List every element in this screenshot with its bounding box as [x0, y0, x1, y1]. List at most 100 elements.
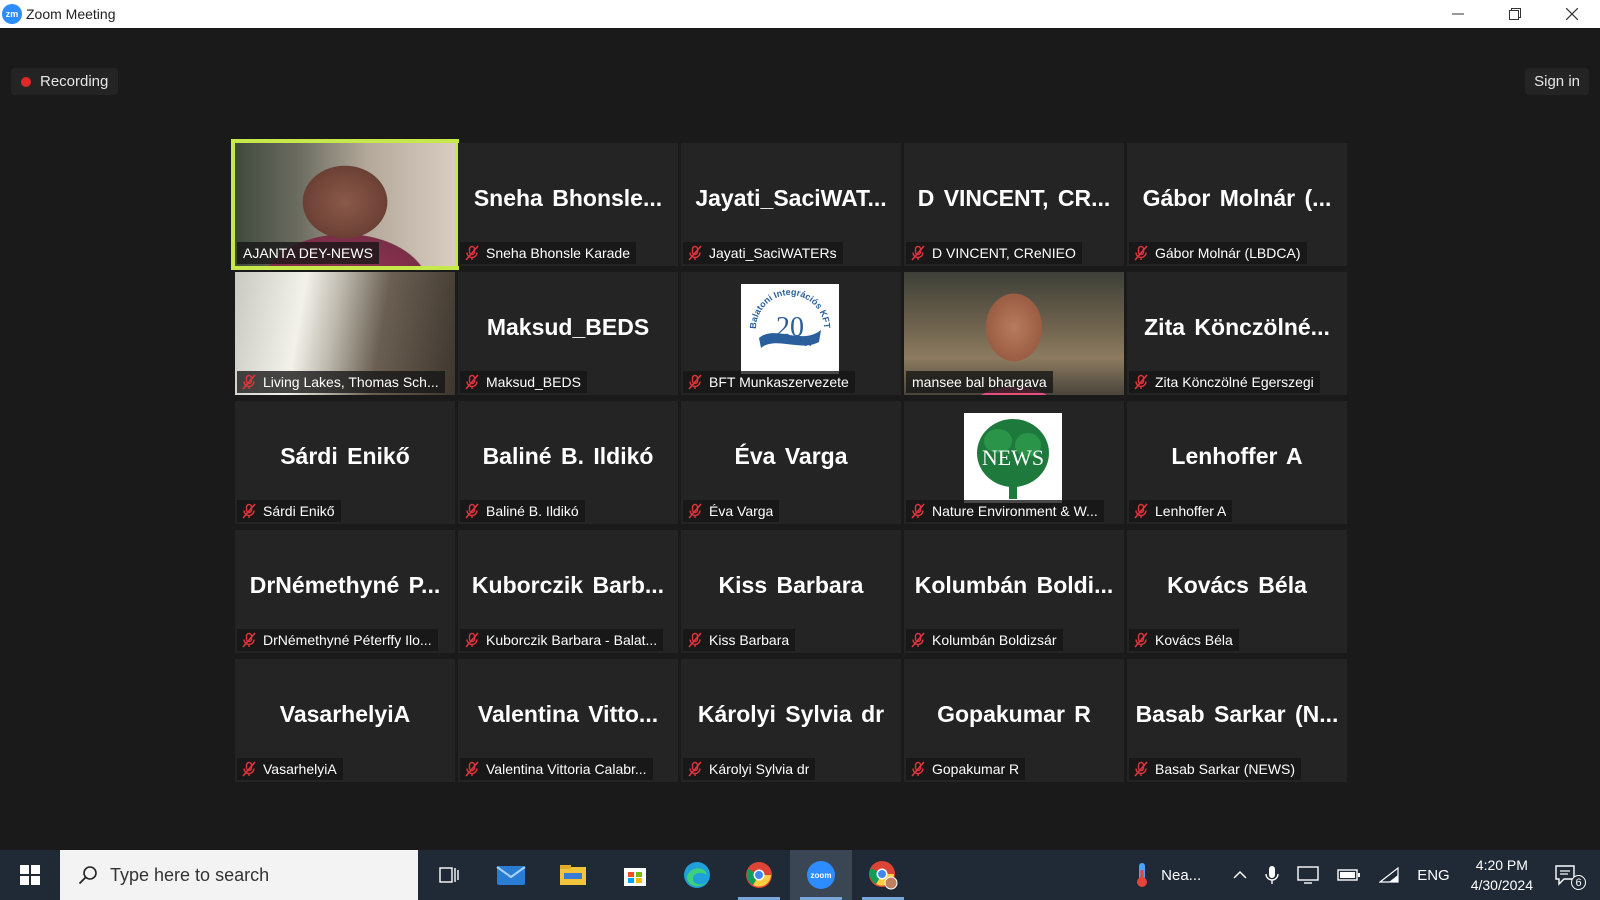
start-button[interactable] [0, 850, 60, 900]
participant-tile[interactable]: Sárdi Enikő Sárdi Enikő [235, 401, 455, 524]
participant-display-name: Maksud_BEDS [486, 314, 650, 340]
participant-display-name: Lenhoffer A [1171, 443, 1303, 469]
participant-name-tag: BFT Munkaszervezete [683, 371, 855, 393]
bft-logo-number: 20 [776, 312, 804, 343]
participant-tile[interactable]: VasarhelyiA VasarhelyiA [235, 659, 455, 782]
show-hidden-icons-button[interactable] [1224, 850, 1256, 900]
participant-tile[interactable]: AJANTA DEY-NEWS [231, 139, 459, 270]
participant-tile[interactable]: NEWS Nature Environment & W... [904, 401, 1124, 524]
weather-widget[interactable]: Nea... [1126, 850, 1210, 900]
participant-name-tag: DrNémethyné Péterffy Ilo... [237, 629, 438, 651]
recording-dot-icon [21, 76, 31, 87]
zoom-logo-icon: zm [2, 4, 22, 24]
mail-button[interactable] [480, 850, 542, 900]
network-tray-button[interactable] [1370, 850, 1408, 900]
window-title: Zoom Meeting [26, 6, 116, 22]
participant-tile[interactable]: Lenhoffer A Lenhoffer A [1127, 401, 1347, 524]
chrome-profile-button[interactable] [852, 850, 914, 900]
muted-microphone-icon [1134, 245, 1148, 261]
participant-tile[interactable]: Kovács Béla Kovács Béla [1127, 530, 1347, 653]
sign-in-button[interactable]: Sign in [1525, 68, 1589, 95]
microphone-tray-button[interactable] [1256, 850, 1288, 900]
taskbar: Type here to search zoom Nea... ENG 4:20… [0, 850, 1600, 900]
display-icon [1297, 866, 1319, 884]
task-view-button[interactable] [418, 850, 480, 900]
battery-tray-button[interactable] [1328, 850, 1370, 900]
notifications-button[interactable]: 6 [1545, 850, 1600, 900]
participant-tile[interactable]: Kiss Barbara Kiss Barbara [681, 530, 901, 653]
muted-microphone-icon [242, 761, 256, 777]
muted-microphone-icon [1134, 761, 1148, 777]
participant-tile[interactable]: Gopakumar R Gopakumar R [904, 659, 1124, 782]
minimize-button[interactable] [1429, 0, 1486, 28]
participant-tile[interactable]: Jayati_SaciWAT... Jayati_SaciWATERs [681, 143, 901, 266]
taskbar-search-box[interactable]: Type here to search [60, 850, 418, 900]
muted-microphone-icon [1134, 374, 1148, 390]
participant-name-tag: Kiss Barbara [683, 629, 796, 651]
participant-name-tag: D VINCENT, CReNIEO [906, 242, 1082, 264]
windows-logo-icon [20, 865, 40, 885]
notification-count-badge: 6 [1571, 875, 1586, 890]
clock-date: 4/30/2024 [1470, 877, 1533, 893]
participant-tile[interactable]: Living Lakes, Thomas Sch... [235, 272, 455, 395]
language-label: ENG [1417, 866, 1450, 884]
participant-tile[interactable]: mansee bal bhargava [904, 272, 1124, 395]
participant-name: VasarhelyiA [263, 761, 337, 777]
store-button[interactable] [604, 850, 666, 900]
edge-button[interactable] [666, 850, 728, 900]
participant-name: Éva Varga [709, 503, 774, 519]
restore-button[interactable] [1486, 0, 1543, 28]
task-view-icon [439, 867, 459, 883]
participant-tile[interactable]: Zita Könczölné... Zita Könczölné Egerszeg… [1127, 272, 1347, 395]
participant-tile[interactable]: Valentina Vitto... Valentina Vittoria Cal… [458, 659, 678, 782]
participant-display-name: Baliné B. Ildikó [482, 443, 654, 469]
participant-display-name: Kuborczik Barb... [471, 572, 665, 598]
participant-name: Károlyi Sylvia dr [709, 761, 810, 777]
minimize-icon [1451, 13, 1464, 15]
muted-microphone-icon [465, 761, 479, 777]
participant-tile[interactable]: Károlyi Sylvia dr Károlyi Sylvia dr [681, 659, 901, 782]
participant-display-name: Sneha Bhonsle... [473, 185, 663, 211]
muted-microphone-icon [911, 632, 925, 648]
participant-tile[interactable]: Kolumbán Boldi... Kolumbán Boldizsár [904, 530, 1124, 653]
participant-tile[interactable]: Baliné B. Ildikó Baliné B. Ildikó [458, 401, 678, 524]
participant-name: DrNémethyné Péterffy Ilo... [263, 632, 432, 648]
edge-icon [684, 862, 710, 888]
participant-name-tag: Jayati_SaciWATERs [683, 242, 843, 264]
file-explorer-button[interactable] [542, 850, 604, 900]
clock[interactable]: 4:20 PM 4/30/2024 [1459, 855, 1545, 895]
bft-logo-unit: év [803, 338, 813, 348]
participant-tile[interactable]: Éva Varga Éva Varga [681, 401, 901, 524]
participant-name: Nature Environment & W... [932, 503, 1098, 519]
participant-name: Gopakumar R [932, 761, 1020, 777]
participant-name: Sárdi Enikő [263, 503, 335, 519]
close-button[interactable] [1543, 0, 1600, 28]
wifi-icon [1379, 867, 1399, 883]
participant-display-name: Kovács Béla [1167, 572, 1307, 598]
participant-tile[interactable]: Kuborczik Barb... Kuborczik Barbara - Bal… [458, 530, 678, 653]
participant-tile[interactable]: Balatoni Integrációs KFT 20 év BFT Munkasze… [681, 272, 901, 395]
participant-tile[interactable]: Basab Sarkar (N... Basab Sarkar (NEWS) [1127, 659, 1347, 782]
participant-tile[interactable]: DrNémethyné P... DrNémethyné Péterffy Ilo… [235, 530, 455, 653]
participant-name-tag: Living Lakes, Thomas Sch... [237, 371, 445, 393]
mail-icon [496, 866, 526, 885]
participant-name-tag: VasarhelyiA [237, 758, 343, 780]
system-tray: Nea... ENG 4:20 PM 4/30/2024 6 [1126, 850, 1600, 900]
recording-indicator[interactable]: Recording [11, 68, 119, 95]
title-bar: zm Zoom Meeting [0, 0, 1600, 28]
participant-tile[interactable]: D VINCENT, CR... D VINCENT, CReNIEO [904, 143, 1124, 266]
language-indicator[interactable]: ENG [1408, 850, 1459, 900]
participant-name: AJANTA DEY-NEWS [243, 245, 373, 261]
muted-microphone-icon [1134, 632, 1148, 648]
participant-tile[interactable]: Gábor Molnár (... Gábor Molnár (LBDCA) [1127, 143, 1347, 266]
participant-display-name: Jayati_SaciWAT... [695, 185, 887, 211]
zoom-icon-text: zoom [811, 871, 832, 880]
participant-tile[interactable]: Maksud_BEDS Maksud_BEDS [458, 272, 678, 395]
display-tray-button[interactable] [1288, 850, 1328, 900]
participant-name: D VINCENT, CReNIEO [932, 245, 1076, 261]
muted-microphone-icon [688, 245, 702, 261]
chrome-button[interactable] [728, 850, 790, 900]
participant-display-name: Basab Sarkar (N... [1135, 701, 1339, 727]
zoom-button[interactable]: zoom [790, 850, 852, 900]
participant-tile[interactable]: Sneha Bhonsle... Sneha Bhonsle Karade [458, 143, 678, 266]
